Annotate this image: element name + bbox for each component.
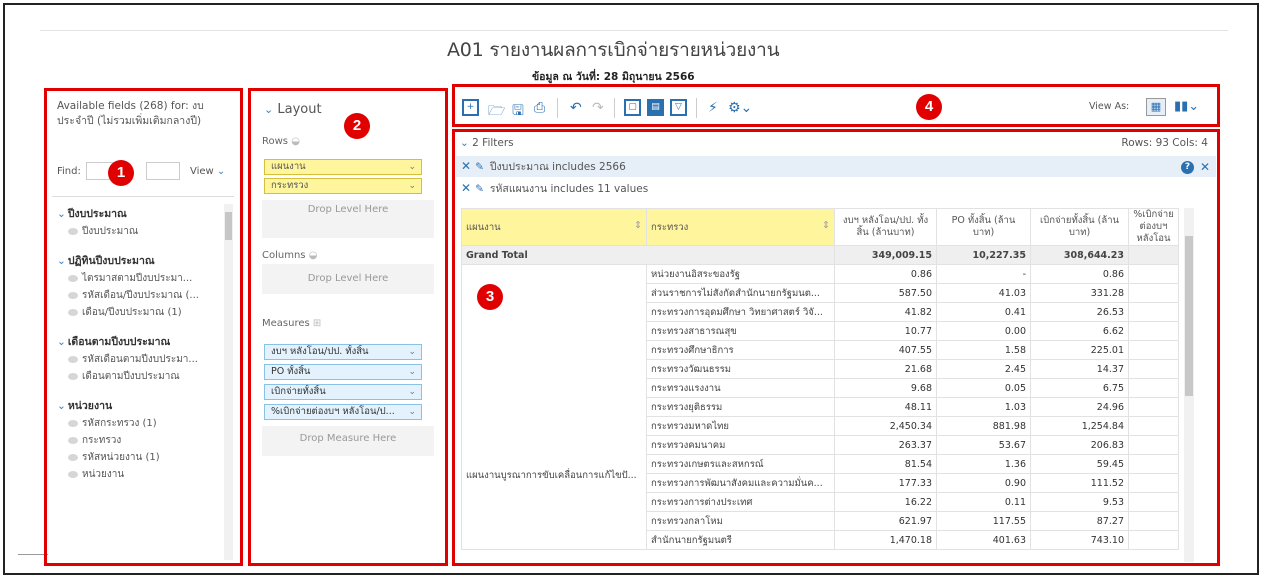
badge-1: 1 — [108, 160, 134, 186]
badge-3: 3 — [477, 284, 503, 310]
report-title: A01 รายงานผลการเบิกจ่ายรายหน่วยงาน — [447, 39, 780, 61]
highlight-box-1 — [44, 88, 243, 566]
highlight-box-4 — [452, 84, 1220, 127]
header-divider — [40, 30, 1228, 31]
highlight-box-2 — [248, 88, 448, 566]
badge-4: 4 — [916, 94, 942, 120]
badge-2: 2 — [344, 113, 370, 139]
report-subtitle: ข้อมูล ณ วันที่: 28 มิถุนายน 2566 — [532, 71, 695, 83]
highlight-box-3 — [452, 129, 1220, 566]
